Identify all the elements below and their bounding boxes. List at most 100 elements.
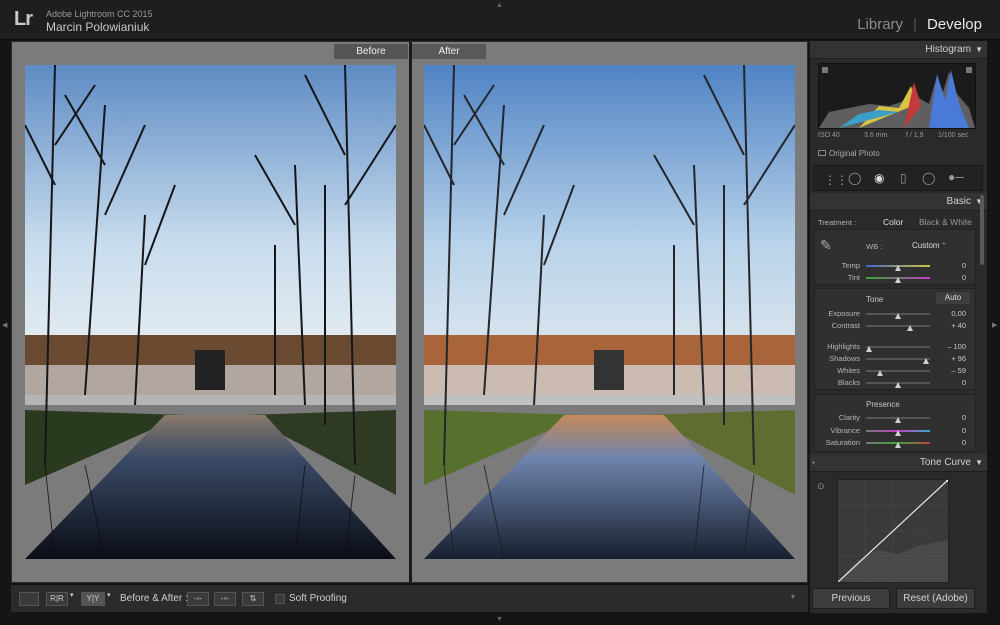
user-name: Marcin Polowianiuk [46,20,150,34]
graduated-filter-icon[interactable]: ▯ [900,171,907,185]
tone-curve-title: Tone Curve [919,457,971,468]
previous-button[interactable]: Previous [812,588,890,609]
original-photo-label: Original Photo [829,149,880,158]
highlights-slider[interactable] [866,346,930,348]
whites-slider-handle[interactable] [877,370,883,376]
exposure-slider-handle[interactable] [895,313,901,319]
exif-aperture: f / 1,9 [906,132,924,139]
collapse-bottom-icon[interactable]: ▼ [496,616,503,623]
contrast-slider[interactable] [866,325,930,327]
top-bar: Lr Adobe Lightroom CC 2015 Marcin Polowi… [0,0,1000,40]
develop-right-panel: Histogram ▼ ISO 40 3.6 mm f / 1,9 1/100 s… [810,41,987,613]
whites-value[interactable]: – 59 [936,366,966,375]
original-photo-icon [818,150,826,156]
before-after-view: Before After [11,41,808,583]
toolbar-menu-icon[interactable]: ▾ [791,592,795,601]
temp-label: Temp [841,261,860,270]
highlights-value[interactable]: – 100 [936,342,966,351]
highlights-slider-handle[interactable] [866,346,872,352]
treatment-black-white[interactable]: Black & White [919,217,972,227]
reset-button[interactable]: Reset (Adobe) [896,588,975,609]
after-photo[interactable] [424,65,795,559]
app-name: Adobe Lightroom CC 2015 [46,9,153,19]
split-mode-dropdown-icon[interactable]: ▾ [107,591,111,599]
red-eye-icon[interactable]: ◉ [874,171,884,185]
shadows-label: Shadows [829,354,860,363]
wb-select[interactable]: Custom [912,241,940,250]
highlights-label: Highlights [827,342,860,351]
before-label: Before [334,44,408,59]
exif-shutter: 1/100 sec [938,132,969,139]
before-after-lr-button[interactable]: R|R [46,592,68,606]
blacks-label: Blacks [837,378,860,387]
right-panel-scrollbar[interactable] [980,195,984,265]
tint-slider-handle[interactable] [895,277,901,283]
soft-proofing-label: Soft Proofing [289,593,347,604]
treatment-color[interactable]: Color [883,217,903,227]
swap-before-after-button[interactable]: ⇅ [242,592,264,606]
tone-curve-graph[interactable] [837,478,950,583]
blacks-value[interactable]: 0 [936,378,966,387]
whites-label: Whites [837,366,860,375]
lightroom-logo: Lr [14,8,33,30]
before-after-split-button[interactable]: Y|Y [81,592,105,606]
original-photo-toggle[interactable]: Original Photo [818,149,880,158]
histogram-image [819,67,975,128]
contrast-slider-handle[interactable] [907,325,913,331]
tone-curve-collapse-icon[interactable]: ▼ [975,454,983,472]
before-photo[interactable] [25,65,396,559]
wb-label: WB : [866,242,883,251]
adjustment-brush-icon[interactable]: ●─ [948,170,964,184]
tone-section-title: Tone [866,295,884,304]
saturation-value[interactable]: 0 [936,438,966,447]
exposure-value[interactable]: 0,00 [936,309,966,318]
spot-removal-icon[interactable]: ◯ [848,171,861,185]
view-mode-dropdown-icon[interactable]: ▾ [70,591,74,599]
module-library[interactable]: Library [857,16,903,33]
saturation-slider-handle[interactable] [895,442,901,448]
exif-iso: ISO 40 [818,132,840,139]
tone-curve-toggle-icon[interactable]: ▪ [812,454,815,472]
loupe-view-button[interactable] [19,592,39,606]
histogram-collapse-icon[interactable]: ▼ [975,41,983,59]
tone-curve-header[interactable]: ▪ Tone Curve ▼ [810,454,987,472]
before-after-label: Before & After : [120,593,188,604]
shadows-slider[interactable] [866,358,930,360]
after-photo-image [424,65,795,559]
collapse-right-icon[interactable]: ▶ [992,321,997,329]
wb-dropdown-icon[interactable]: ÷ [942,241,946,248]
radial-filter-icon[interactable]: ◯ [922,171,935,185]
temp-slider-handle[interactable] [895,265,901,271]
module-picker: Library | Develop [857,16,982,33]
tint-value[interactable]: 0 [936,273,966,282]
presence-section-title: Presence [866,400,900,409]
temp-value[interactable]: 0 [936,261,966,270]
clarity-slider-handle[interactable] [895,417,901,423]
whites-slider[interactable] [866,370,930,372]
tint-label: Tint [847,273,860,282]
after-label: After [412,44,486,59]
copy-after-to-before-button[interactable]: -▫- [214,592,236,606]
histogram-graph[interactable] [818,63,976,129]
vibrance-value[interactable]: 0 [936,426,966,435]
module-develop[interactable]: Develop [927,16,982,33]
histogram-header[interactable]: Histogram ▼ [810,41,987,59]
auto-tone-button[interactable]: Auto [936,292,970,304]
shadows-value[interactable]: + 96 [936,354,966,363]
basic-header[interactable]: Basic▼ [810,193,987,211]
wb-eyedropper-icon[interactable]: ✎ [820,237,832,254]
contrast-value[interactable]: + 40 [936,321,966,330]
clarity-value[interactable]: 0 [936,413,966,422]
collapse-left-icon[interactable]: ◀ [2,321,7,329]
treatment-label: Treatment : [818,218,857,227]
pane-divider [409,42,412,582]
collapse-top-icon[interactable]: ▲ [496,2,503,9]
crop-tool-icon[interactable]: ⋮⋮ [824,173,848,187]
target-adjust-icon[interactable]: ⊙ [817,481,825,492]
copy-before-to-after-button[interactable]: -▫- [187,592,209,606]
shadows-slider-handle[interactable] [923,358,929,364]
before-photo-image [25,65,396,559]
soft-proofing-checkbox[interactable] [275,594,285,604]
vibrance-slider-handle[interactable] [895,430,901,436]
blacks-slider-handle[interactable] [895,382,901,388]
